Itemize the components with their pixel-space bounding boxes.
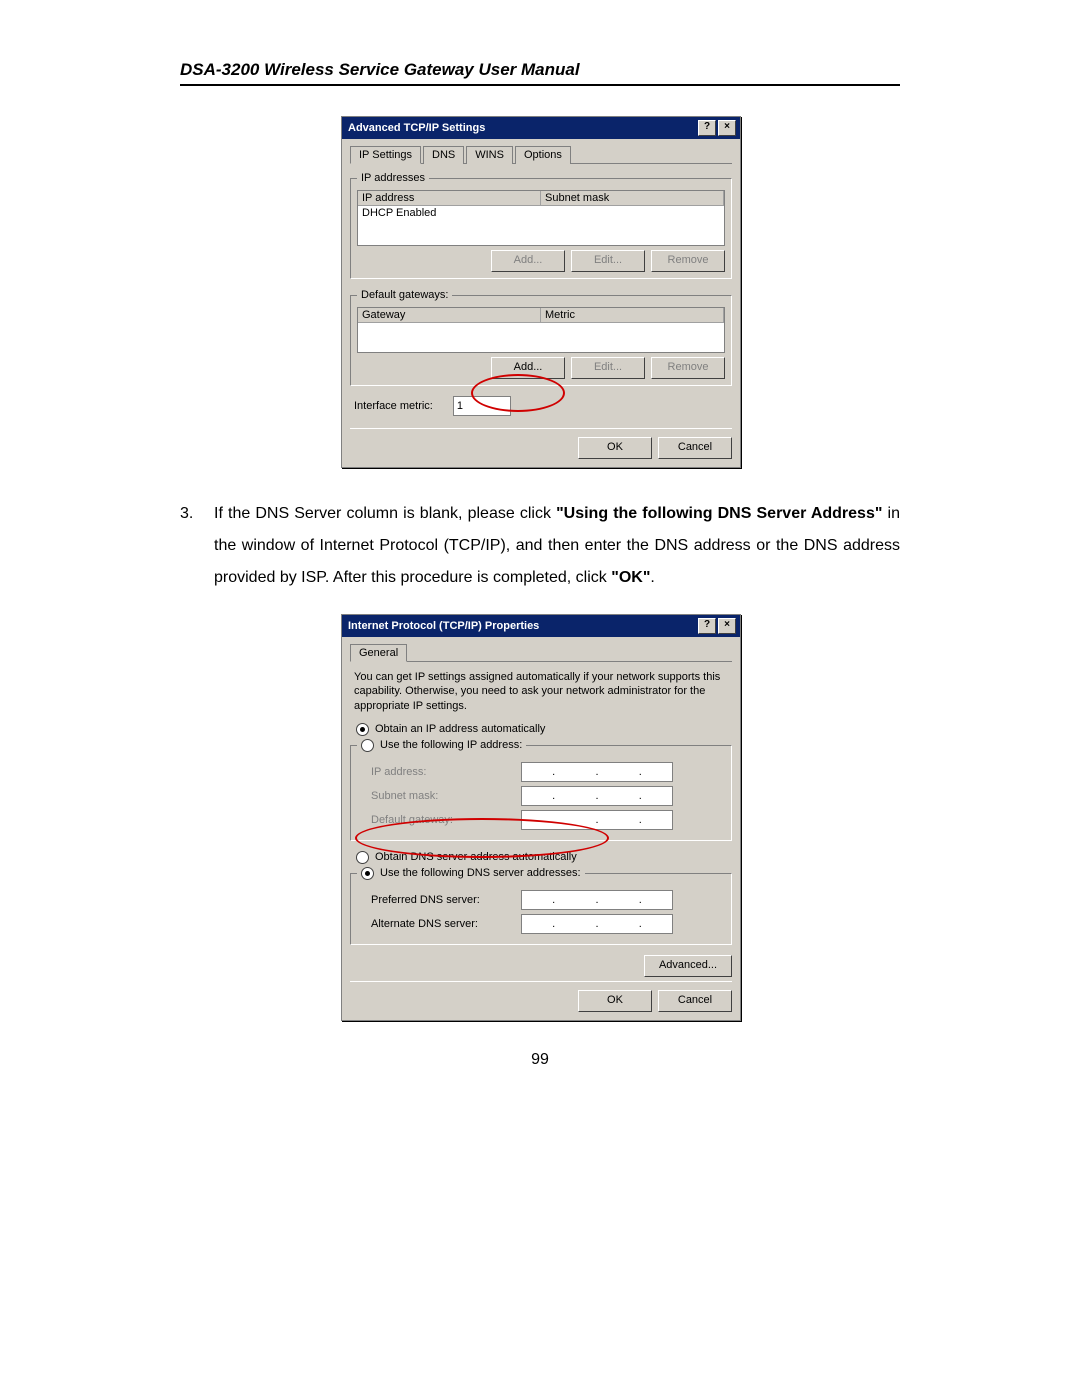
ip-address-label: IP address: — [371, 766, 521, 778]
ip-addresses-list[interactable]: IP address Subnet mask DHCP Enabled — [357, 190, 725, 246]
titlebar: Internet Protocol (TCP/IP) Properties ? … — [342, 615, 740, 637]
default-gateways-group: Default gateways: Gateway Metric Add... … — [350, 289, 732, 386]
tabs: IP Settings DNS WINS Options — [350, 145, 732, 164]
interface-metric-input[interactable]: 1 — [453, 396, 511, 416]
cancel-button[interactable]: Cancel — [658, 990, 732, 1012]
tab-options[interactable]: Options — [515, 146, 571, 164]
obtain-ip-radio[interactable]: Obtain an IP address automatically — [356, 723, 732, 736]
tab-general[interactable]: General — [350, 644, 407, 662]
remove-button[interactable]: Remove — [651, 357, 725, 379]
cancel-button[interactable]: Cancel — [658, 437, 732, 459]
default-gateways-legend: Default gateways: — [357, 289, 452, 301]
interface-metric-label: Interface metric: — [354, 400, 433, 412]
radio-icon — [356, 851, 369, 864]
alternate-dns-label: Alternate DNS server: — [371, 918, 521, 930]
help-icon[interactable]: ? — [698, 618, 716, 634]
radio-icon — [356, 723, 369, 736]
instruction-3: 3. If the DNS Server column is blank, pl… — [180, 498, 900, 594]
preferred-dns-input[interactable]: ... — [521, 890, 673, 910]
close-icon[interactable]: × — [718, 618, 736, 634]
subnet-mask-label: Subnet mask: — [371, 790, 521, 802]
radio-label: Use the following DNS server addresses: — [380, 867, 581, 879]
col-metric: Metric — [541, 308, 724, 322]
ip-address-input[interactable]: ... — [521, 762, 673, 782]
ip-addresses-legend: IP addresses — [357, 172, 429, 184]
tab-dns[interactable]: DNS — [423, 146, 464, 164]
titlebar: Advanced TCP/IP Settings ? × — [342, 117, 740, 139]
radio-icon — [361, 867, 374, 880]
advanced-button[interactable]: Advanced... — [644, 955, 732, 977]
radio-label: Obtain DNS server address automatically — [375, 851, 577, 863]
tabs: General — [350, 643, 732, 662]
default-gateway-label: Default gateway: — [371, 814, 521, 826]
instruction-text: If the DNS Server column is blank, pleas… — [214, 498, 900, 594]
add-button[interactable]: Add... — [491, 250, 565, 272]
dialog-title: Internet Protocol (TCP/IP) Properties — [348, 620, 698, 632]
edit-button[interactable]: Edit... — [571, 357, 645, 379]
page-header: DSA-3200 Wireless Service Gateway User M… — [180, 60, 900, 86]
instruction-number: 3. — [180, 498, 214, 594]
remove-button[interactable]: Remove — [651, 250, 725, 272]
tab-wins[interactable]: WINS — [466, 146, 513, 164]
preferred-dns-label: Preferred DNS server: — [371, 894, 521, 906]
ok-button[interactable]: OK — [578, 437, 652, 459]
gateways-list[interactable]: Gateway Metric — [357, 307, 725, 353]
col-subnet-mask: Subnet mask — [541, 191, 724, 205]
ip-addresses-group: IP addresses IP address Subnet mask DHCP… — [350, 172, 732, 279]
tab-ip-settings[interactable]: IP Settings — [350, 146, 421, 164]
page-number: 99 — [180, 1051, 900, 1069]
alternate-dns-input[interactable]: ... — [521, 914, 673, 934]
radio-label: Use the following IP address: — [380, 739, 522, 751]
add-button[interactable]: Add... — [491, 357, 565, 379]
radio-label: Obtain an IP address automatically — [375, 723, 545, 735]
ok-button[interactable]: OK — [578, 990, 652, 1012]
use-dns-radio[interactable]: Use the following DNS server addresses: — [361, 867, 581, 880]
obtain-dns-radio[interactable]: Obtain DNS server address automatically — [356, 851, 732, 864]
default-gateway-input[interactable]: ... — [521, 810, 673, 830]
advanced-tcpip-dialog: Advanced TCP/IP Settings ? × IP Settings… — [341, 116, 741, 468]
tcpip-properties-dialog: Internet Protocol (TCP/IP) Properties ? … — [341, 614, 741, 1021]
col-gateway: Gateway — [358, 308, 541, 322]
help-icon[interactable]: ? — [698, 120, 716, 136]
edit-button[interactable]: Edit... — [571, 250, 645, 272]
dialog-title: Advanced TCP/IP Settings — [348, 122, 698, 134]
col-ip-address: IP address — [358, 191, 541, 205]
list-item[interactable]: DHCP Enabled — [358, 206, 724, 220]
radio-icon — [361, 739, 374, 752]
close-icon[interactable]: × — [718, 120, 736, 136]
description-text: You can get IP settings assigned automat… — [354, 670, 728, 713]
subnet-mask-input[interactable]: ... — [521, 786, 673, 806]
use-ip-radio[interactable]: Use the following IP address: — [361, 739, 522, 752]
